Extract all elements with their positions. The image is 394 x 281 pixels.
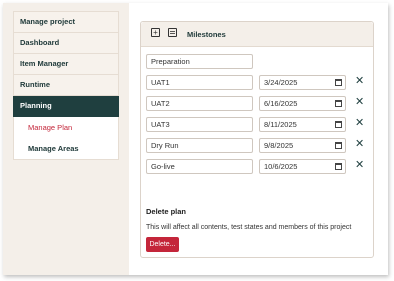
add-milestone-icon[interactable]: +	[151, 28, 160, 37]
delete-plan-button[interactable]: Delete...	[146, 237, 179, 252]
sidebar: Manage project Dashboard Item Manager Ru…	[13, 11, 119, 160]
sidebar-item-item-manager[interactable]: Item Manager	[13, 54, 119, 75]
milestone-date-input[interactable]: 9/8/2025	[259, 138, 346, 153]
milestones-header: + Milestones	[141, 22, 373, 47]
milestones-title: Milestones	[187, 30, 226, 39]
delete-plan-title: Delete plan	[146, 207, 187, 216]
milestone-date-value: 6/16/2025	[264, 99, 298, 108]
calendar-icon[interactable]	[335, 142, 342, 149]
delete-milestone-icon[interactable]: ✕	[355, 139, 364, 150]
milestone-date-value: 8/11/2025	[264, 120, 297, 129]
delete-milestone-icon[interactable]: ✕	[355, 76, 364, 87]
calendar-icon[interactable]	[335, 163, 342, 170]
sidebar-subitem-manage-plan[interactable]: Manage Plan	[13, 117, 119, 138]
milestone-name-input[interactable]: Dry Run	[146, 138, 253, 153]
milestone-name-input[interactable]: UAT1	[146, 75, 253, 90]
sidebar-subitem-manage-areas[interactable]: Manage Areas	[13, 138, 119, 160]
milestone-name-input[interactable]: UAT2	[146, 96, 253, 111]
calendar-icon[interactable]	[335, 121, 342, 128]
sidebar-item-manage-project[interactable]: Manage project	[13, 11, 119, 33]
sidebar-item-planning[interactable]: Planning	[13, 96, 119, 117]
milestone-name-input[interactable]: UAT3	[146, 117, 253, 132]
calendar-icon[interactable]	[335, 79, 342, 86]
sidebar-item-runtime[interactable]: Runtime	[13, 75, 119, 96]
milestone-date-input[interactable]: 10/6/2025	[259, 159, 346, 174]
sidebar-item-dashboard[interactable]: Dashboard	[13, 33, 119, 54]
milestone-date-input[interactable]: 3/24/2025	[259, 75, 346, 90]
milestone-date-input[interactable]: 8/11/2025	[259, 117, 346, 132]
delete-milestone-icon[interactable]: ✕	[355, 160, 364, 171]
delete-milestone-icon[interactable]: ✕	[355, 118, 364, 129]
milestone-date-input[interactable]: 6/16/2025	[259, 96, 346, 111]
milestone-date-value: 9/8/2025	[264, 141, 294, 150]
milestone-name-input[interactable]: Go-live	[146, 159, 253, 174]
milestone-date-value: 3/24/2025	[264, 78, 298, 87]
delete-milestone-icon[interactable]: ✕	[355, 97, 364, 108]
milestone-name-input[interactable]: Preparation	[146, 54, 253, 69]
milestone-date-value: 10/6/2025	[264, 162, 298, 171]
delete-plan-description: This will affect all contents, test stat…	[146, 224, 352, 231]
calendar-icon[interactable]	[335, 100, 342, 107]
calendar-icon[interactable]	[168, 28, 177, 37]
